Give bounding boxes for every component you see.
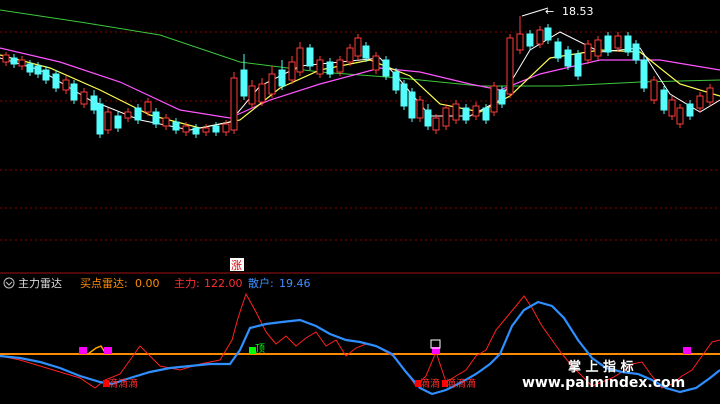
buy-radar-label: 买点雷达: [80,277,128,290]
candlestick [162,114,170,130]
retail-label: 散户: [248,276,274,290]
candlestick [632,40,640,64]
candlestick [114,112,122,132]
candlesticks [2,16,714,138]
candlestick [248,80,256,108]
candlestick [326,58,334,78]
svg-text:涨: 涨 [231,259,242,272]
indicator-header: 主力雷达 买点雷达: 0.00 主力: 122.00 散户: 19.46 [3,276,311,290]
candlestick [650,76,658,104]
high-price-marker: ← 18.53 [521,5,594,18]
retail-value: 19.46 [279,277,311,290]
candlestick [696,92,704,112]
candlestick [278,60,286,90]
candlestick [564,46,572,70]
candlestick [686,100,694,120]
candlestick [10,54,18,68]
candlestick [18,56,26,70]
candlestick [134,104,142,124]
candlestick [604,32,612,56]
top-signal-label: 顶 [255,343,265,355]
candlestick [660,86,668,114]
candlestick [306,44,314,70]
high-price-label: 18.53 [562,5,594,18]
candlestick [432,114,440,134]
bottom-signal-label: 滴滴滴 [108,377,138,390]
candlestick [498,86,506,108]
watermark-title: 掌 上 指 标 [568,359,634,375]
candlestick [90,90,98,114]
candlestick [516,16,524,54]
watermark: 掌 上 指 标 www.palmindex.com [522,359,685,391]
stock-chart-canvas[interactable]: ← 18.53 涨 主力雷达 买点雷达: 0.00 主力: 122.00 散户:… [0,0,720,404]
candlestick [2,52,10,66]
signal-square [683,347,691,354]
candlestick [346,44,354,66]
candlestick [152,108,160,128]
candlestick [354,34,362,60]
candlestick [96,98,104,138]
candlestick [372,52,380,74]
buy-radar-value: 0.00 [135,277,160,290]
candlestick [424,104,432,130]
signal-square [79,347,87,354]
candlestick [574,50,582,80]
candlestick [70,80,78,104]
signal-square [104,347,112,354]
watermark-url: www.palmindex.com [522,375,685,391]
candlestick [676,104,684,128]
circle-chevron-icon[interactable] [3,277,15,289]
main-force-label: 主力: [174,277,200,290]
candlestick [296,42,304,76]
candlestick [104,108,112,134]
candlestick [52,70,60,92]
candlestick [624,32,632,56]
bottom-signal-label: 滴滴 [420,377,440,390]
candlestick [490,82,498,116]
candlestick [42,66,50,84]
candlestick [230,72,238,134]
candlestick [506,34,514,98]
candlestick [668,96,676,120]
candlestick [416,96,424,122]
candlestick [268,66,276,98]
candlestick [392,68,400,94]
limit-up-badge: 涨 [230,258,244,272]
candlestick [452,100,460,124]
candlestick [172,118,180,134]
candlestick [240,54,248,100]
candlestick [288,56,296,84]
candlestick [400,80,408,110]
candlestick [526,30,534,50]
candlestick [382,56,390,80]
candlestick [462,104,470,124]
candlestick [584,40,592,64]
buy-signal-curve [87,345,107,355]
indicator-name: 主力雷达 [18,277,62,290]
signal-box [430,339,441,349]
candlestick [124,108,132,122]
candlestick [472,102,480,120]
candlestick [258,78,266,106]
candlestick [640,56,648,92]
bottom-signal-label: 滴滴滴 [446,377,476,390]
candlestick [316,56,324,78]
candlestick [62,76,70,94]
candlestick [554,38,562,62]
upper-grid [0,31,720,241]
candlestick [706,84,714,106]
high-arrow-icon: ← [545,5,554,18]
main-force-value: 122.00 [204,277,243,290]
candlestick [408,88,416,122]
candlestick [614,32,622,52]
candlestick [80,88,88,108]
candlestick [594,36,602,60]
candlestick [442,104,450,130]
